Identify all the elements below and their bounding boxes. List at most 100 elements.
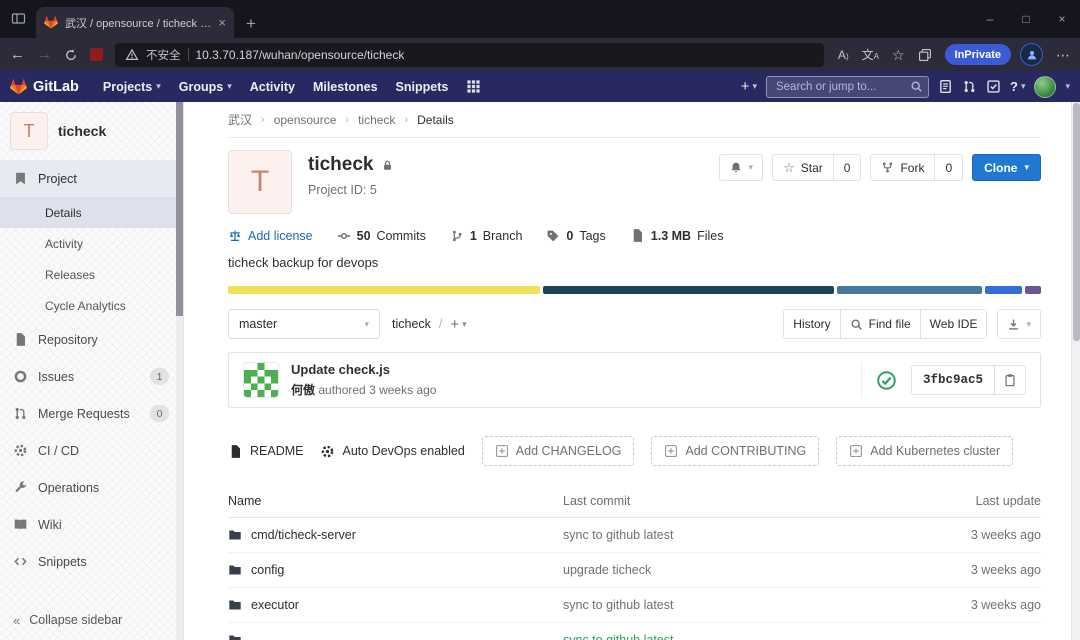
- pipeline-status-icon[interactable]: [876, 370, 897, 391]
- fork-count[interactable]: 0: [934, 155, 962, 180]
- breadcrumb-item[interactable]: 武汉: [228, 111, 252, 128]
- download-dropdown[interactable]: ▾: [997, 309, 1041, 339]
- sidebar-item-details[interactable]: Details: [0, 197, 183, 228]
- refresh-button[interactable]: [64, 48, 78, 62]
- language-segment-yellow[interactable]: [228, 286, 540, 294]
- language-segment-steel-blue[interactable]: [836, 286, 983, 294]
- search-input[interactable]: [765, 75, 929, 98]
- file-name[interactable]: executor: [228, 598, 563, 612]
- user-menu-caret-icon[interactable]: ▾: [1065, 82, 1070, 91]
- file-name[interactable]: [228, 633, 563, 640]
- commit-title[interactable]: Update check.js: [291, 362, 436, 377]
- breadcrumb-item[interactable]: Details: [417, 113, 454, 127]
- language-segment-blue[interactable]: [985, 286, 1022, 294]
- sidebar-item-repository[interactable]: Repository: [0, 321, 183, 358]
- notification-dropdown[interactable]: ▾: [718, 154, 764, 181]
- window-minimize-button[interactable]: –: [972, 12, 1008, 26]
- web-ide-button[interactable]: Web IDE: [919, 309, 988, 339]
- help-menu[interactable]: ? ▾: [1010, 79, 1025, 94]
- commit-message-link[interactable]: sync to github latest: [563, 528, 911, 542]
- sidebar-item-ci-cd[interactable]: CI / CD: [0, 432, 183, 469]
- collapse-sidebar-button[interactable]: « Collapse sidebar: [0, 600, 183, 640]
- sidebar-item-merge-requests[interactable]: Merge Requests 0: [0, 395, 183, 432]
- sidebar-scrollbar[interactable]: [176, 102, 183, 640]
- sidebar-item-cycle-analytics[interactable]: Cycle Analytics: [0, 290, 183, 321]
- inprivate-badge: InPrivate: [944, 44, 1011, 65]
- button-add-kubernetes-cluster[interactable]: Add Kubernetes cluster: [836, 436, 1014, 466]
- browser-menu-icon[interactable]: ⋯: [1056, 48, 1070, 62]
- url-text[interactable]: 10.3.70.187/wuhan/opensource/ticheck: [196, 48, 405, 62]
- more-menu-grid-icon[interactable]: [466, 79, 481, 94]
- commit-message-link[interactable]: sync to github latest: [563, 633, 911, 640]
- user-avatar[interactable]: [1034, 75, 1057, 98]
- project-stats: Add license 50 Commits 1 Branch 0 Tags 1.3 …: [228, 228, 1041, 243]
- star-count[interactable]: 0: [832, 155, 861, 180]
- new-tab-button[interactable]: +: [246, 15, 256, 32]
- stat-files[interactable]: 1.3 MB Files: [630, 228, 723, 243]
- fork-button[interactable]: Fork: [871, 155, 934, 180]
- language-segment-dark-teal[interactable]: [542, 286, 834, 294]
- sidebar-item-operations[interactable]: Operations: [0, 469, 183, 506]
- page-scrollbar-thumb[interactable]: [1073, 103, 1080, 341]
- add-file-dropdown[interactable]: + ▾: [450, 317, 466, 332]
- commit-message-link[interactable]: upgrade ticheck: [563, 563, 911, 577]
- language-segment-purple[interactable]: [1024, 286, 1041, 294]
- window-maximize-button[interactable]: □: [1008, 12, 1044, 26]
- collections-icon[interactable]: [918, 48, 932, 62]
- copy-sha-button[interactable]: [994, 366, 1025, 394]
- button-auto-devops-enabled[interactable]: Auto DevOps enabled: [320, 436, 465, 466]
- browser-tab[interactable]: 武汉 / opensource / ticheck - GitLab ×: [36, 7, 234, 38]
- sidebar-item-project[interactable]: Project: [0, 160, 183, 197]
- sidebar-item-issues[interactable]: Issues 1: [0, 358, 183, 395]
- path-root[interactable]: ticheck: [392, 317, 431, 331]
- file-name[interactable]: cmd/ticheck-server: [228, 528, 563, 542]
- commit-message-link[interactable]: sync to github latest: [563, 598, 911, 612]
- nav-link-snippets[interactable]: Snippets: [387, 80, 458, 94]
- file-name[interactable]: config: [228, 563, 563, 577]
- find-file-button[interactable]: Find file: [839, 309, 921, 339]
- project-context[interactable]: T ticheck: [0, 102, 183, 160]
- back-button[interactable]: ←: [10, 47, 25, 62]
- forward-button[interactable]: →: [37, 47, 52, 62]
- todos-icon[interactable]: [986, 79, 1001, 94]
- stat-commits[interactable]: 50 Commits: [337, 229, 426, 243]
- breadcrumb-item[interactable]: opensource: [274, 113, 337, 127]
- stat-tags[interactable]: 0 Tags: [546, 229, 606, 243]
- window-close-button[interactable]: ×: [1044, 12, 1080, 26]
- translate-icon[interactable]: 文A: [862, 49, 879, 61]
- issues-dashboard-icon[interactable]: [938, 79, 953, 94]
- sidebar-item-releases[interactable]: Releases: [0, 259, 183, 290]
- commit-author-avatar[interactable]: [243, 362, 279, 398]
- button-readme[interactable]: README: [228, 436, 303, 466]
- read-aloud-icon[interactable]: A): [838, 49, 849, 61]
- button-add-contributing[interactable]: Add CONTRIBUTING: [651, 436, 820, 466]
- screen: 武汉 / opensource / ticheck - GitLab × + –…: [0, 0, 1080, 640]
- tab-close-icon[interactable]: ×: [218, 15, 226, 30]
- button-add-changelog[interactable]: Add CHANGELOG: [481, 436, 635, 466]
- new-dropdown[interactable]: + ▾: [741, 79, 757, 94]
- nav-link-groups[interactable]: Groups ▾: [170, 80, 241, 94]
- sidebar-item-snippets[interactable]: Snippets: [0, 543, 183, 580]
- sidebar-scrollbar-thumb[interactable]: [176, 102, 183, 316]
- sidebar-item-wiki[interactable]: Wiki: [0, 506, 183, 543]
- gitlab-logo[interactable]: GitLab: [10, 78, 79, 95]
- merge-requests-dashboard-icon[interactable]: [962, 79, 977, 94]
- history-button[interactable]: History: [783, 309, 841, 339]
- browser-profile-avatar[interactable]: [1020, 43, 1043, 66]
- extension-icon[interactable]: [90, 48, 103, 61]
- breadcrumb-item[interactable]: ticheck: [358, 113, 395, 127]
- favorites-star-icon[interactable]: ☆: [892, 48, 905, 62]
- address-bar[interactable]: 不安全 10.3.70.187/wuhan/opensource/ticheck: [115, 42, 824, 67]
- page-scrollbar[interactable]: [1071, 102, 1080, 640]
- clone-button[interactable]: Clone ▾: [972, 154, 1041, 181]
- star-button[interactable]: ☆ Star: [773, 155, 833, 180]
- nav-link-projects[interactable]: Projects ▾: [94, 80, 170, 94]
- nav-link-milestones[interactable]: Milestones: [304, 80, 387, 94]
- add-license-link[interactable]: Add license: [228, 229, 313, 243]
- branch-selector[interactable]: master ▾: [228, 309, 380, 339]
- sidebar-item-activity[interactable]: Activity: [0, 228, 183, 259]
- nav-link-activity[interactable]: Activity: [241, 80, 304, 94]
- stat-branch[interactable]: 1 Branch: [450, 229, 522, 243]
- commit-author[interactable]: 何傲: [291, 383, 315, 397]
- workspaces-icon[interactable]: [11, 11, 26, 26]
